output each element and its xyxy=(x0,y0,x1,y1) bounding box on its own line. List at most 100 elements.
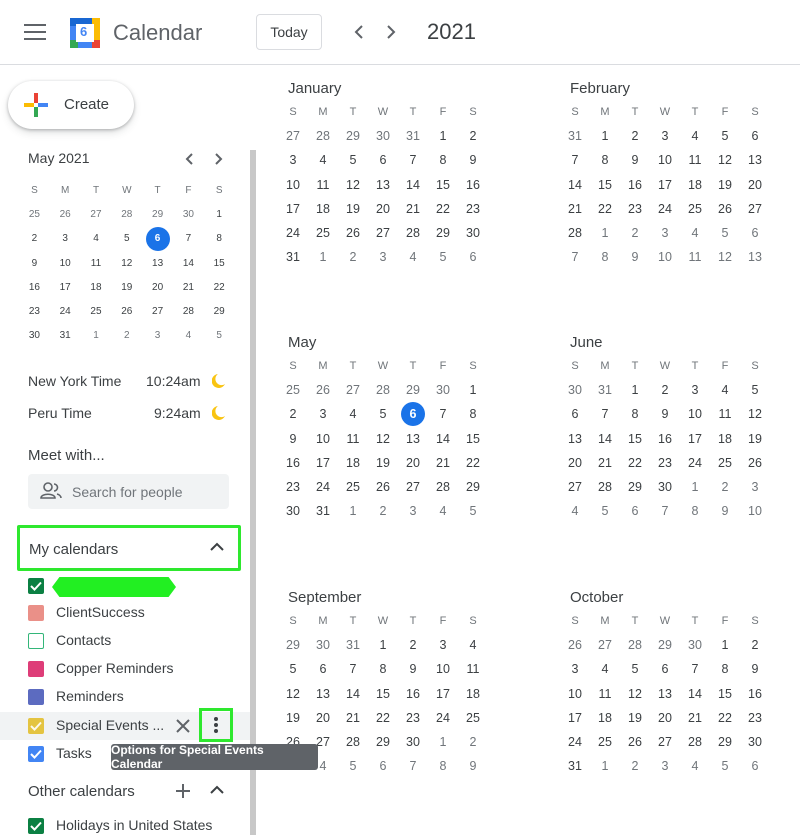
day-cell[interactable]: 27 xyxy=(398,480,428,494)
mini-day[interactable]: 19 xyxy=(111,282,142,293)
mini-day[interactable]: 25 xyxy=(81,306,112,317)
day-cell[interactable]: 15 xyxy=(590,178,620,192)
day-cell[interactable]: 25 xyxy=(278,383,308,397)
day-cell[interactable]: 4 xyxy=(590,662,620,676)
day-cell[interactable]: 24 xyxy=(650,202,680,216)
day-cell[interactable]: 2 xyxy=(458,735,488,749)
day-cell[interactable]: 1 xyxy=(458,383,488,397)
day-cell[interactable]: 5 xyxy=(428,250,458,264)
day-cell[interactable]: 22 xyxy=(458,456,488,470)
mini-day[interactable]: 29 xyxy=(204,306,235,317)
day-cell[interactable]: 16 xyxy=(650,432,680,446)
day-cell[interactable]: 9 xyxy=(620,153,650,167)
day-cell[interactable]: 14 xyxy=(338,687,368,701)
day-cell[interactable]: 8 xyxy=(458,407,488,421)
day-cell[interactable]: 26 xyxy=(740,456,770,470)
day-cell[interactable]: 27 xyxy=(368,226,398,240)
day-cell[interactable]: 1 xyxy=(590,226,620,240)
day-cell[interactable]: 5 xyxy=(278,662,308,676)
day-cell[interactable]: 3 xyxy=(398,504,428,518)
day-cell[interactable]: 28 xyxy=(680,735,710,749)
day-cell[interactable]: 20 xyxy=(398,456,428,470)
mini-day[interactable]: 27 xyxy=(81,209,112,220)
day-cell[interactable]: 2 xyxy=(278,407,308,421)
day-cell[interactable]: 27 xyxy=(590,638,620,652)
day-cell[interactable]: 22 xyxy=(368,711,398,725)
calendar-checkbox[interactable] xyxy=(28,818,44,834)
day-cell[interactable]: 22 xyxy=(710,711,740,725)
day-cell[interactable]: 5 xyxy=(620,662,650,676)
day-cell[interactable]: 5 xyxy=(458,504,488,518)
calendar-checkbox[interactable] xyxy=(28,718,44,734)
day-cell[interactable]: 10 xyxy=(650,250,680,264)
day-cell[interactable]: 1 xyxy=(590,129,620,143)
day-cell[interactable]: 26 xyxy=(308,383,338,397)
day-cell[interactable]: 23 xyxy=(398,711,428,725)
day-cell[interactable]: 5 xyxy=(710,226,740,240)
day-cell[interactable]: 9 xyxy=(278,432,308,446)
add-calendar-plus-icon[interactable] xyxy=(175,783,191,799)
day-cell[interactable]: 4 xyxy=(560,504,590,518)
day-cell[interactable]: 25 xyxy=(710,456,740,470)
day-cell[interactable]: 4 xyxy=(398,250,428,264)
day-cell[interactable]: 24 xyxy=(428,711,458,725)
day-cell[interactable]: 10 xyxy=(740,504,770,518)
day-cell[interactable]: 11 xyxy=(710,407,740,421)
collapse-chevron-up-icon[interactable] xyxy=(210,542,224,552)
day-cell[interactable]: 18 xyxy=(590,711,620,725)
mini-day[interactable]: 13 xyxy=(142,258,173,269)
day-cell[interactable]: 28 xyxy=(590,480,620,494)
day-cell[interactable]: 24 xyxy=(278,226,308,240)
calendar-checkbox[interactable] xyxy=(28,605,44,621)
today-button[interactable]: Today xyxy=(256,14,322,50)
day-cell[interactable]: 30 xyxy=(458,226,488,240)
mini-day[interactable]: 23 xyxy=(19,306,50,317)
day-cell[interactable]: 9 xyxy=(650,407,680,421)
mini-day[interactable]: 5 xyxy=(204,330,235,341)
next-period-icon[interactable] xyxy=(381,20,401,44)
day-cell[interactable]: 13 xyxy=(368,178,398,192)
mini-day[interactable]: 3 xyxy=(50,233,81,244)
day-cell[interactable]: 9 xyxy=(458,153,488,167)
day-cell[interactable]: 16 xyxy=(458,178,488,192)
mini-next-month-icon[interactable] xyxy=(211,150,227,168)
collapse-chevron-up-icon[interactable] xyxy=(210,785,224,795)
calendar-logo-icon[interactable]: 6 xyxy=(68,16,102,50)
day-cell[interactable]: 29 xyxy=(620,480,650,494)
day-cell[interactable]: 12 xyxy=(368,432,398,446)
day-cell[interactable]: 8 xyxy=(590,153,620,167)
day-cell[interactable]: 4 xyxy=(680,226,710,240)
day-cell[interactable]: 10 xyxy=(278,178,308,192)
day-cell[interactable]: 12 xyxy=(710,250,740,264)
day-cell[interactable]: 28 xyxy=(398,226,428,240)
day-cell[interactable]: 6 xyxy=(650,662,680,676)
day-cell[interactable]: 29 xyxy=(398,383,428,397)
mini-day[interactable]: 12 xyxy=(111,258,142,269)
mini-day[interactable]: 10 xyxy=(50,258,81,269)
day-cell[interactable]: 17 xyxy=(560,711,590,725)
day-cell[interactable]: 9 xyxy=(710,504,740,518)
day-cell[interactable]: 8 xyxy=(428,153,458,167)
day-cell[interactable]: 22 xyxy=(620,456,650,470)
day-cell[interactable]: 28 xyxy=(560,226,590,240)
day-cell[interactable]: 24 xyxy=(560,735,590,749)
day-cell[interactable]: 10 xyxy=(680,407,710,421)
day-cell[interactable]: 11 xyxy=(308,178,338,192)
day-cell[interactable]: 8 xyxy=(710,662,740,676)
day-cell[interactable]: 6 xyxy=(740,226,770,240)
day-cell[interactable]: 2 xyxy=(398,638,428,652)
day-cell[interactable]: 17 xyxy=(428,687,458,701)
day-cell[interactable]: 18 xyxy=(338,456,368,470)
mini-day[interactable]: 9 xyxy=(19,258,50,269)
calendar-item[interactable]: ClientSuccess xyxy=(0,599,250,627)
day-cell[interactable]: 23 xyxy=(278,480,308,494)
mini-day[interactable]: 30 xyxy=(19,330,50,341)
previous-period-icon[interactable] xyxy=(349,20,369,44)
day-cell[interactable]: 22 xyxy=(590,202,620,216)
day-cell[interactable]: 20 xyxy=(740,178,770,192)
day-cell[interactable]: 7 xyxy=(590,407,620,421)
calendar-item[interactable]: Copper Reminders xyxy=(0,655,250,683)
day-cell[interactable]: 31 xyxy=(560,129,590,143)
mini-day[interactable]: 14 xyxy=(173,258,204,269)
day-cell[interactable]: 12 xyxy=(278,687,308,701)
